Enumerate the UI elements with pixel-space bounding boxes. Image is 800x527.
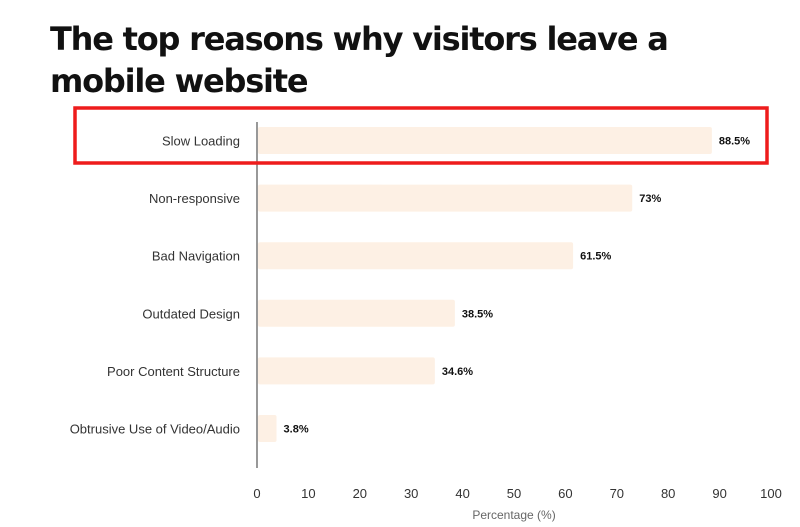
- bars-group: Slow Loading 88.5% Non-responsive 73% Bad Na…: [70, 127, 750, 442]
- value-label: 73%: [639, 193, 661, 205]
- value-label: 61.5%: [580, 251, 611, 263]
- x-tick-label: 100: [760, 486, 782, 501]
- value-label: 88.5%: [719, 136, 750, 148]
- x-axis-title: Percentage (%): [472, 508, 555, 522]
- x-tick-label: 70: [610, 486, 624, 501]
- category-label: Obtrusive Use of Video/Audio: [70, 422, 240, 437]
- x-tick-label: 30: [404, 486, 418, 501]
- category-label: Non-responsive: [149, 191, 240, 206]
- value-label: 34.6%: [442, 366, 473, 378]
- bar: [258, 299, 455, 327]
- x-tick-label: 60: [558, 486, 572, 501]
- bar-chart: Slow Loading 88.5% Non-responsive 73% Bad Na…: [70, 106, 782, 522]
- x-tick-label: 0: [253, 486, 260, 501]
- bar: [258, 127, 712, 154]
- bar: [258, 357, 435, 385]
- value-label: 38.5%: [462, 308, 493, 320]
- bar: [258, 242, 574, 270]
- x-tick-label: 50: [507, 486, 521, 501]
- bar: [258, 184, 633, 212]
- x-tick-label: 20: [353, 486, 367, 501]
- x-tick-label: 10: [301, 486, 315, 501]
- category-label: Outdated Design: [142, 306, 240, 321]
- bar: [258, 415, 277, 442]
- category-label: Poor Content Structure: [107, 364, 240, 379]
- x-tick-label: 90: [712, 486, 726, 501]
- value-label: 3.8%: [284, 424, 309, 436]
- x-tick-label: 40: [455, 486, 469, 501]
- x-tick-label: 80: [661, 486, 675, 501]
- category-label: Bad Navigation: [152, 249, 240, 264]
- x-axis-ticks: 0 10 20 30 40 50 60 70 80 90 100: [253, 486, 781, 501]
- category-label: Slow Loading: [162, 134, 240, 149]
